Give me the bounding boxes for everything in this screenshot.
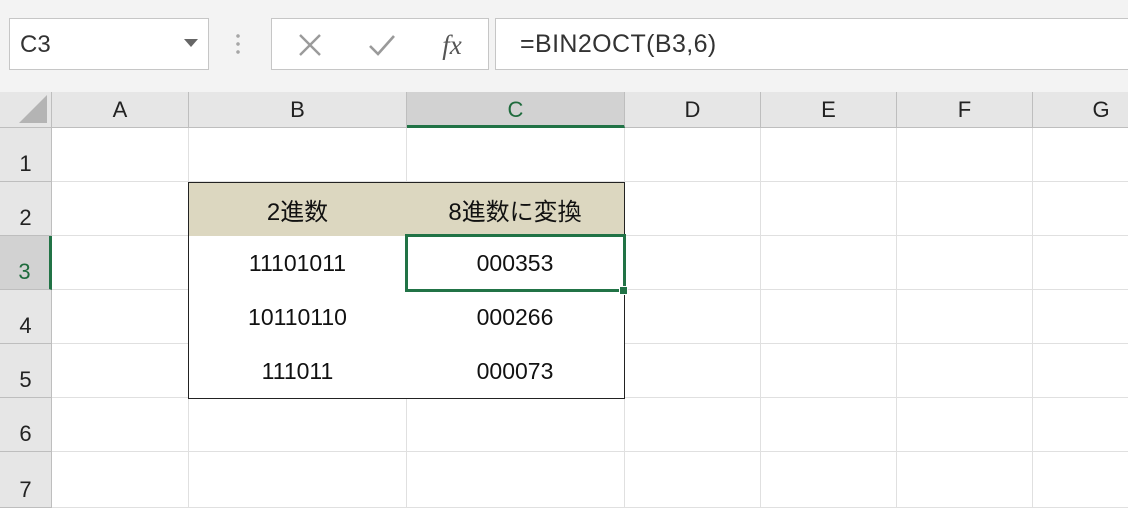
table-cell-b3[interactable]: 11101011	[188, 236, 407, 291]
cell-g5[interactable]	[1033, 344, 1128, 398]
cell-b1[interactable]	[189, 128, 407, 182]
row-header-4[interactable]: 4	[0, 290, 52, 344]
cancel-x-icon[interactable]	[290, 29, 330, 61]
column-header-d[interactable]: D	[625, 92, 761, 128]
cell-d5[interactable]	[625, 344, 761, 398]
column-header-a[interactable]: A	[52, 92, 189, 128]
cell-e7[interactable]	[761, 452, 897, 508]
name-box-value: C3	[20, 31, 51, 58]
row-header-7[interactable]: 7	[0, 452, 52, 508]
cell-a7[interactable]	[52, 452, 189, 508]
cell-e5[interactable]	[761, 344, 897, 398]
cell-d2[interactable]	[625, 182, 761, 236]
cell-g1[interactable]	[1033, 128, 1128, 182]
cell-f1[interactable]	[897, 128, 1033, 182]
formula-text: =BIN2OCT(B3,6)	[520, 30, 717, 58]
table-cell-c4[interactable]: 000266	[406, 290, 625, 345]
row-header-6[interactable]: 6	[0, 398, 52, 452]
table-header-binary[interactable]: 2進数	[188, 182, 407, 237]
cell-e2[interactable]	[761, 182, 897, 236]
column-header-e[interactable]: E	[761, 92, 897, 128]
cell-c7[interactable]	[407, 452, 625, 508]
cell-f7[interactable]	[897, 452, 1033, 508]
cell-a2[interactable]	[52, 182, 189, 236]
insert-function-icon[interactable]: fx	[432, 29, 472, 61]
column-header-g[interactable]: G	[1033, 92, 1128, 128]
cell-g4[interactable]	[1033, 290, 1128, 344]
table-cell-c3[interactable]: 000353	[406, 236, 625, 291]
select-all-button[interactable]	[0, 92, 52, 128]
cell-e6[interactable]	[761, 398, 897, 452]
cell-f2[interactable]	[897, 182, 1033, 236]
cell-a6[interactable]	[52, 398, 189, 452]
cell-c1[interactable]	[407, 128, 625, 182]
row-header-2[interactable]: 2	[0, 182, 52, 236]
row-header-5[interactable]: 5	[0, 344, 52, 398]
table-cell-c5[interactable]: 000073	[406, 344, 625, 399]
cell-d4[interactable]	[625, 290, 761, 344]
cell-a3[interactable]	[52, 236, 189, 290]
row-header-1[interactable]: 1	[0, 128, 52, 182]
table-cell-b5[interactable]: 111011	[188, 344, 407, 399]
cell-a4[interactable]	[52, 290, 189, 344]
name-box[interactable]: C3	[9, 18, 209, 70]
table-header-octal[interactable]: 8進数に変換	[406, 182, 625, 237]
column-header-c[interactable]: C	[407, 92, 625, 128]
cell-f3[interactable]	[897, 236, 1033, 290]
formula-buttons: fx	[271, 18, 489, 70]
cell-a1[interactable]	[52, 128, 189, 182]
cell-e4[interactable]	[761, 290, 897, 344]
cell-g3[interactable]	[1033, 236, 1128, 290]
drag-handle-icon[interactable]	[236, 32, 240, 56]
cell-b7[interactable]	[189, 452, 407, 508]
row-header-3[interactable]: 3	[0, 236, 52, 290]
cell-d6[interactable]	[625, 398, 761, 452]
fill-handle[interactable]	[619, 286, 628, 295]
formula-bar: C3 fx =BIN2OCT(B3,6)	[0, 0, 1128, 93]
cell-f6[interactable]	[897, 398, 1033, 452]
cell-g7[interactable]	[1033, 452, 1128, 508]
chevron-down-icon[interactable]	[184, 39, 198, 47]
cell-g6[interactable]	[1033, 398, 1128, 452]
cell-d1[interactable]	[625, 128, 761, 182]
column-header-b[interactable]: B	[189, 92, 407, 128]
formula-input[interactable]: =BIN2OCT(B3,6)	[495, 18, 1128, 70]
cell-a5[interactable]	[52, 344, 189, 398]
cell-e1[interactable]	[761, 128, 897, 182]
cell-d3[interactable]	[625, 236, 761, 290]
cell-c6[interactable]	[407, 398, 625, 452]
cell-f5[interactable]	[897, 344, 1033, 398]
column-header-f[interactable]: F	[897, 92, 1033, 128]
cell-d7[interactable]	[625, 452, 761, 508]
cell-g2[interactable]	[1033, 182, 1128, 236]
checkmark-icon[interactable]	[362, 29, 402, 61]
table-cell-b4[interactable]: 10110110	[188, 290, 407, 345]
cell-f4[interactable]	[897, 290, 1033, 344]
cell-e3[interactable]	[761, 236, 897, 290]
cell-b6[interactable]	[189, 398, 407, 452]
